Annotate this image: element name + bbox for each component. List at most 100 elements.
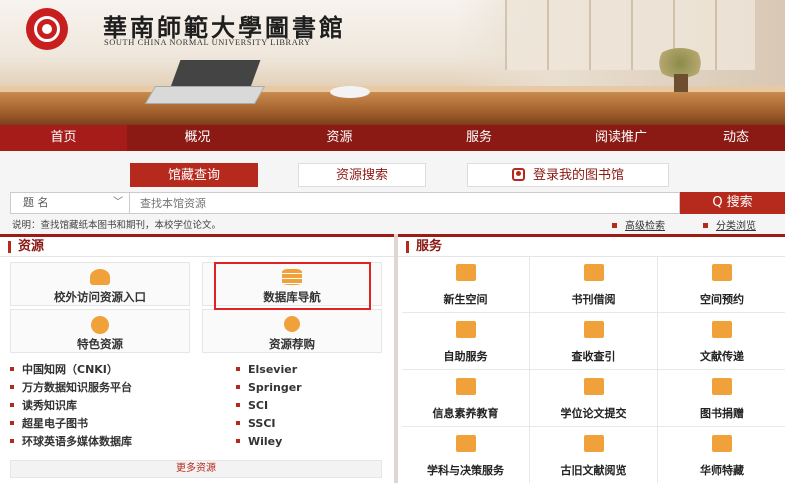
card-label: 特色资源 [77,337,123,351]
card-offcampus-access[interactable]: 校外访问资源入口 [10,262,190,306]
service-label: 查收查引 [571,350,616,363]
field-select[interactable]: 题 名 ﹀ [10,192,130,214]
calendar-icon [712,264,732,281]
list-item[interactable]: 超星电子图书 [10,415,132,433]
list-item[interactable]: Wiley [236,433,302,451]
service-freshman-space[interactable]: 新生空间 [402,256,530,313]
bullet-icon [10,439,14,443]
card-label: 资源荐购 [269,337,315,351]
library-icon [712,321,732,338]
library-homepage: 華南師範大學圖書館 SOUTH CHINA NORMAL UNIVERSITY … [0,0,785,483]
user-icon [455,378,476,395]
service-label: 书刊借阅 [571,293,616,306]
service-book-donation[interactable]: 图书捐赠 [658,370,785,427]
service-label: 学科与决策服务 [427,464,504,477]
nav-item-resources[interactable]: 资源 [268,125,411,151]
service-label: 古旧文献阅览 [560,464,627,477]
bullet-icon [10,421,14,425]
services-panel-title: 服务 [398,237,785,257]
nav-item-overview[interactable]: 概况 [127,125,268,151]
document-check-icon [583,435,604,452]
nav-item-services[interactable]: 服务 [411,125,547,151]
list-item[interactable]: 中国知网（CNKI） [10,361,132,379]
list-item-label: Wiley [248,435,283,448]
service-label: 空间预约 [700,293,744,306]
service-label: 文献传递 [700,350,744,363]
field-select-value: 题 名 [23,196,49,209]
list-item-label: SSCI [248,417,276,430]
service-label: 新生空间 [443,293,488,306]
tab-my-library[interactable]: 登录我的图书馆 [467,163,669,187]
advanced-search-link[interactable]: 高级检索 [612,217,665,232]
advanced-search-label: 高级检索 [625,221,665,232]
list-item-label: 读秀知识库 [22,399,77,412]
services-grid: 新生空间 书刊借阅 空间预约 自助服务 查收查引 文献传递 信息素养教育 学位论… [402,256,785,483]
list-item[interactable]: 环球英语多媒体数据库 [10,433,132,451]
service-ancient-reading[interactable]: 古旧文献阅览 [530,427,658,483]
bullet-icon [10,403,14,407]
bullet-icon [236,367,240,371]
service-borrowing[interactable]: 书刊借阅 [530,256,658,313]
highlight-box [214,262,371,310]
card-label: 校外访问资源入口 [54,290,146,304]
bullet-icon [236,385,240,389]
banner-pot [674,74,688,92]
more-resources-button[interactable]: 更多资源 [10,460,382,478]
bookmark-icon [455,435,476,452]
header-banner: 華南師範大學圖書館 SOUTH CHINA NORMAL UNIVERSITY … [0,0,785,125]
service-thesis-submit[interactable]: 学位论文提交 [530,370,658,427]
search-note: 说明：查找馆藏纸本图书和期刊，本校学位论文。 [12,220,222,231]
service-subject-decision[interactable]: 学科与决策服务 [402,427,530,483]
list-item[interactable]: SSCI [236,415,302,433]
list-item[interactable]: 读秀知识库 [10,397,132,415]
service-space-booking[interactable]: 空间预约 [658,256,785,313]
bullet-icon [236,421,240,425]
user-icon [511,168,525,181]
tab-catalog-search[interactable]: 馆藏查询 [130,163,258,187]
service-label: 自助服务 [443,350,488,363]
tab-resource-search[interactable]: 资源搜索 [298,163,426,187]
library-title-en: SOUTH CHINA NORMAL UNIVERSITY LIBRARY [104,38,311,47]
list-item-label: Elsevier [248,363,298,376]
banner-desk [0,92,785,125]
search-area: 馆藏查询 资源搜索 登录我的图书馆 题 名 ﹀ Q 搜索 说明：查找馆藏纸本图书和… [0,151,785,234]
list-item[interactable]: SCI [236,397,302,415]
nav-item-reading[interactable]: 阅读推广 [547,125,695,151]
list-item[interactable]: Elsevier [236,361,302,379]
list-item-label: 中国知网（CNKI） [22,363,118,376]
service-document-delivery[interactable]: 文献传递 [658,313,785,370]
user-icon [90,269,110,285]
search-input[interactable] [130,192,680,214]
bullet-icon [10,385,14,389]
list-item-label: Springer [248,381,302,394]
bullet-icon [236,403,240,407]
service-citation-check[interactable]: 查收查引 [530,313,658,370]
service-info-literacy[interactable]: 信息素养教育 [402,370,530,427]
library-logo-icon[interactable] [26,8,68,50]
banner-window [505,0,755,70]
list-item-label: 超星电子图书 [22,417,88,430]
nav-item-home[interactable]: 首页 [0,125,127,151]
list-item[interactable]: 万方数据知识服务平台 [10,379,132,397]
main-nav: 首页 概况 资源 服务 阅读推广 动态 [0,125,785,151]
list-item[interactable]: Springer [236,379,302,397]
bullet-square-icon [703,223,708,228]
card-resource-recommend[interactable]: 资源荐购 [202,309,382,353]
search-button[interactable]: Q 搜索 [680,192,785,214]
search-tabs: 馆藏查询 资源搜索 登录我的图书馆 [0,163,785,189]
tab-my-library-label: 登录我的图书馆 [532,168,624,183]
database-list-left: 中国知网（CNKI） 万方数据知识服务平台 读秀知识库 超星电子图书 环球英语多… [10,361,132,451]
service-label: 学位论文提交 [560,407,627,420]
logo-emblem [34,16,60,42]
bullet-icon [236,439,240,443]
card-special-resources[interactable]: 特色资源 [10,309,190,353]
nav-item-news[interactable]: 动态 [695,125,785,151]
books-icon [583,264,604,281]
service-self-service[interactable]: 自助服务 [402,313,530,370]
list-item-label: SCI [248,399,269,412]
service-special-collection[interactable]: 华师特藏 [658,427,785,483]
list-item-label: 万方数据知识服务平台 [22,381,132,394]
classify-browse-label: 分类浏览 [716,221,756,232]
book-icon [583,378,604,395]
classify-browse-link[interactable]: 分类浏览 [703,217,756,232]
